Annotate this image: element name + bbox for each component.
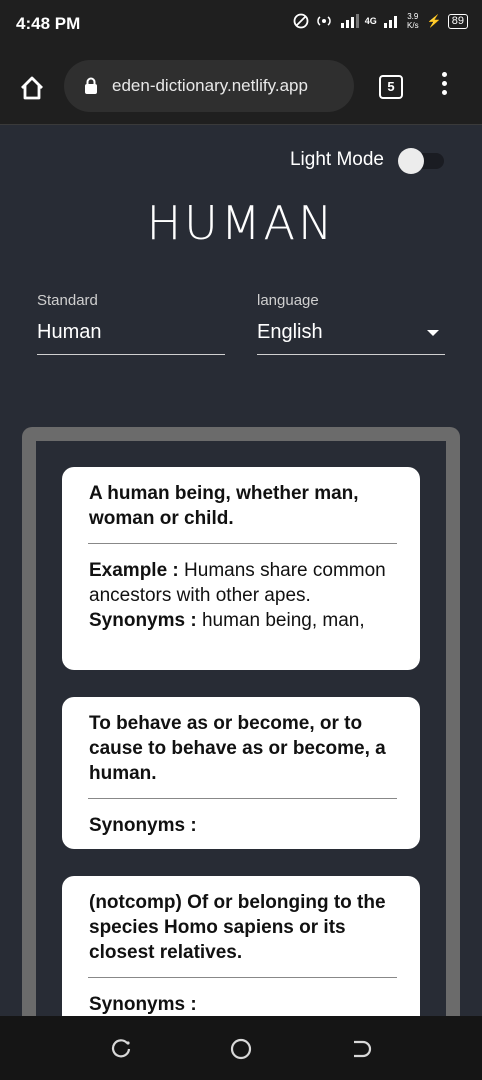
synonyms-line: Synonyms : (89, 813, 396, 838)
synonyms-label: Synonyms : (89, 815, 197, 836)
divider (88, 977, 397, 978)
page-title-text: HUMAN (146, 196, 336, 250)
example-line: Example : Humans share common ancestors … (89, 558, 396, 608)
lock-icon (85, 77, 97, 94)
home-icon[interactable] (16, 72, 48, 104)
status-time: 4:48 PM (16, 14, 81, 33)
definition-text: (notcomp) Of or belonging to the species… (89, 892, 386, 963)
signal-label: 4G (364, 16, 377, 26)
more-vert-icon[interactable] (438, 72, 450, 100)
synonyms-label: Synonyms : (89, 610, 197, 631)
synonyms-line: Synonyms : human being, man, (89, 608, 396, 633)
switch-thumb (398, 148, 424, 174)
example-label: Example : (89, 560, 179, 581)
url-text: eden-dictionary.netlify.app (112, 76, 308, 95)
tabs-button[interactable]: 5 (379, 75, 403, 99)
light-mode-toggle-row: Light Mode (289, 148, 446, 174)
circle-home-icon[interactable] (230, 1038, 252, 1060)
do-not-disturb-icon (293, 13, 309, 29)
divider (88, 798, 397, 799)
language-label: language (257, 292, 319, 309)
standard-label: Standard (37, 292, 98, 309)
light-mode-label: Light Mode (289, 149, 384, 170)
results-list[interactable]: A human being, whether man, woman or chi… (36, 441, 446, 1076)
language-field: language English (257, 292, 445, 355)
definition-text: To behave as or become, or to cause to b… (89, 713, 386, 784)
charging-icon: ⚡ (426, 14, 442, 28)
divider (88, 543, 397, 544)
results-container: A human being, whether man, woman or chi… (22, 427, 460, 1076)
definition-card: To behave as or become, or to cause to b… (62, 697, 420, 849)
definition-text: A human being, whether man, woman or chi… (89, 483, 359, 529)
search-input-value: Human (37, 321, 102, 343)
synonyms-label: Synonyms : (89, 994, 197, 1015)
light-mode-switch[interactable] (398, 148, 446, 174)
url-bar[interactable]: eden-dictionary.netlify.app (64, 60, 354, 112)
battery-icon: 89 (447, 13, 468, 29)
chevron-down-icon (427, 330, 439, 336)
net-speed: 3.9 K/s (407, 12, 419, 30)
search-input[interactable]: Human (37, 321, 225, 355)
back-icon[interactable] (350, 1038, 372, 1060)
standard-field: Standard Human (37, 292, 225, 355)
recents-icon[interactable] (110, 1038, 132, 1060)
signal-icon (340, 14, 359, 28)
status-icons: 4G 3.9 K/s ⚡ 89 (293, 12, 468, 30)
synonyms-text: human being, man, (201, 610, 365, 631)
status-bar: 4:48 PM 4G 3.9 K/s ⚡ 89 (0, 0, 482, 48)
definition-card: A human being, whether man, woman or chi… (62, 467, 420, 670)
page-title: HUMAN (0, 196, 482, 250)
hotspot-icon (317, 16, 331, 26)
system-nav-bar (0, 1016, 482, 1080)
signal-icon-2 (383, 16, 397, 28)
synonyms-line: Synonyms : (89, 992, 396, 1017)
language-select[interactable]: English (257, 321, 445, 355)
browser-toolbar: eden-dictionary.netlify.app 5 (0, 48, 482, 125)
language-select-value: English (257, 321, 323, 343)
